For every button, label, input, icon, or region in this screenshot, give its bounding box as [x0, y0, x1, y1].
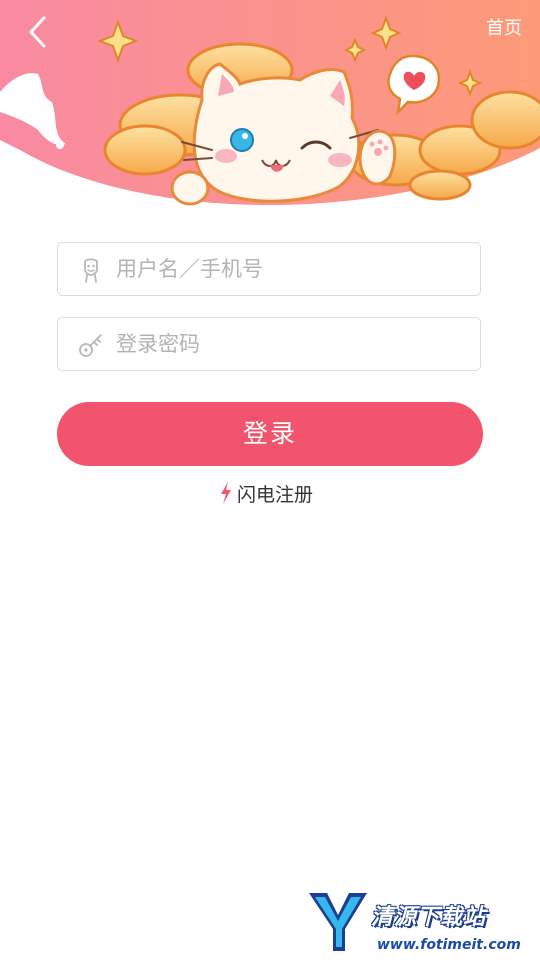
- lightning-icon: [221, 482, 231, 504]
- user-icon: [84, 258, 98, 283]
- back-button[interactable]: [18, 12, 58, 52]
- password-input[interactable]: [116, 318, 466, 370]
- key-icon: [79, 334, 102, 357]
- watermark-url: www.fotimeit.com: [377, 937, 521, 953]
- header-banner: 首页: [0, 0, 540, 215]
- login-button[interactable]: 登录: [57, 402, 483, 466]
- username-input[interactable]: [116, 243, 466, 295]
- home-link[interactable]: 首页: [486, 17, 522, 41]
- watermark-logo: 清源下载站 www.fotimeit.com: [305, 885, 525, 955]
- watermark-title: 清源下载站: [371, 905, 487, 930]
- username-field[interactable]: [57, 242, 481, 296]
- chevron-left-icon: [29, 16, 46, 48]
- banner-illustration: [0, 0, 540, 206]
- register-label: 闪电注册: [237, 483, 314, 506]
- register-link[interactable]: 闪电注册: [218, 480, 313, 506]
- watermark-emblem: [309, 893, 367, 951]
- password-field[interactable]: [57, 317, 481, 371]
